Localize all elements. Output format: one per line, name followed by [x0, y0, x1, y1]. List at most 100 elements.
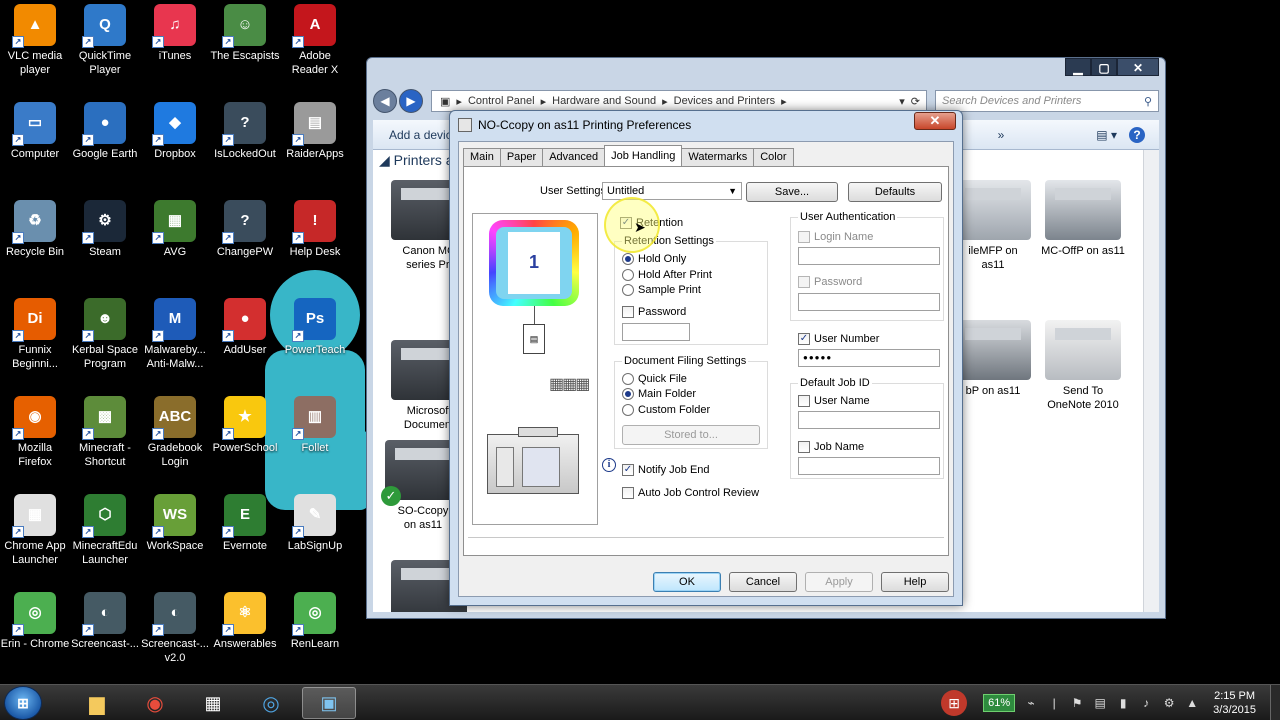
user-number-input[interactable]: ●●●●●	[798, 349, 940, 367]
notify-job-end-checkbox[interactable]: ✓	[622, 464, 634, 476]
desktop-icon[interactable]: ABC ↗ Gradebook Login	[140, 396, 210, 469]
cancel-button[interactable]: Cancel	[729, 572, 797, 592]
breadcrumb-devices-and-printers[interactable]: Devices and Printers	[674, 95, 776, 107]
tab-main[interactable]: Main	[463, 148, 501, 166]
retention-password-checkbox[interactable]	[622, 306, 634, 318]
desktop-icon[interactable]: ⚛ ↗ Answerables	[210, 592, 280, 651]
dialog-close-icon[interactable]: ✕	[914, 112, 956, 130]
desktop-icon[interactable]: M ↗ Malwareby... Anti-Malw...	[140, 298, 210, 371]
desktop-icon[interactable]: ▥ ↗ Follet	[280, 396, 350, 455]
desktop-icon[interactable]: ✎ ↗ LabSignUp	[280, 494, 350, 553]
hold-only-radio[interactable]	[622, 253, 634, 265]
network-icon[interactable]: ▤	[1092, 695, 1108, 711]
taskbar-control-panel[interactable]: ▣	[302, 687, 356, 719]
device-mc-offp[interactable]: MC-OffP on as11	[1033, 180, 1133, 258]
tab-color[interactable]: Color	[753, 148, 794, 166]
desktop-icon[interactable]: ◎ ↗ RenLearn	[280, 592, 350, 651]
desktop-icon[interactable]: ▦ ↗ AVG	[140, 200, 210, 259]
signal-icon[interactable]: ▮	[1115, 695, 1131, 711]
taskbar-screencast[interactable]: ◎	[244, 687, 298, 719]
desktop-icon[interactable]: Q ↗ QuickTime Player	[70, 4, 140, 77]
desktop-icon[interactable]: ◎ ↗ Erin - Chrome	[0, 592, 70, 651]
address-dropdown-icon[interactable]: ▾	[899, 95, 905, 108]
desktop-icon[interactable]: ▲ ↗ VLC media player	[0, 4, 70, 77]
job-name-input[interactable]	[798, 457, 940, 475]
add-device-button[interactable]: Add a device	[389, 128, 458, 142]
desktop-icon[interactable]: ♫ ↗ iTunes	[140, 4, 210, 63]
desktop-icon[interactable]: Di ↗ Funnix Beginni...	[0, 298, 70, 371]
back-button[interactable]: ◀	[373, 89, 397, 113]
explorer-titlebar[interactable]: ▁ ▢ ✕	[367, 58, 1165, 86]
refresh-icon[interactable]: ⟳	[911, 95, 920, 108]
volume-icon[interactable]: ♪	[1138, 695, 1154, 711]
desktop-icon[interactable]: ? ↗ ChangePW	[210, 200, 280, 259]
stored-to-button[interactable]: Stored to...	[622, 425, 760, 445]
tray-app-icon[interactable]: ⊞	[941, 690, 968, 716]
desktop-icon[interactable]: ★ ↗ PowerSchool	[210, 396, 280, 455]
job-name-checkbox[interactable]	[798, 441, 810, 453]
maximize-icon[interactable]: ▢	[1091, 58, 1117, 76]
breadcrumb-control-panel[interactable]: Control Panel	[468, 95, 535, 107]
desktop-icon[interactable]: ● ↗ AddUser	[210, 298, 280, 357]
retention-checkbox[interactable]: ✓	[620, 217, 632, 229]
user-name-checkbox[interactable]	[798, 395, 810, 407]
device-send-to-onenote[interactable]: Send To OneNote 2010	[1033, 320, 1133, 412]
custom-folder-radio[interactable]	[622, 404, 634, 416]
tab-watermarks[interactable]: Watermarks	[681, 148, 755, 166]
dialog-titlebar[interactable]: NO-Ccopy on as11 Printing Preferences	[458, 115, 691, 135]
help-icon[interactable]: ?	[1129, 126, 1145, 143]
show-desktop-button[interactable]	[1270, 685, 1280, 720]
desktop-icon[interactable]: ⬡ ↗ MinecraftEdu Launcher	[70, 494, 140, 567]
user-settings-select[interactable]: Untitled ▼	[602, 182, 742, 200]
desktop-icon[interactable]: ▤ ↗ RaiderApps	[280, 102, 350, 161]
save-button[interactable]: Save...	[746, 182, 838, 202]
ok-button[interactable]: OK	[653, 572, 721, 592]
forward-button[interactable]: ▶	[399, 89, 423, 113]
desktop-icon[interactable]: ☺ ↗ The Escapists	[210, 4, 280, 63]
login-name-input[interactable]	[798, 247, 940, 265]
quick-file-radio[interactable]	[622, 373, 634, 385]
drive-icon[interactable]: ▲	[1184, 695, 1200, 711]
battery-plug-icon[interactable]: ⌁	[1023, 695, 1039, 711]
auto-job-control-checkbox[interactable]	[622, 487, 634, 499]
main-folder-radio[interactable]	[622, 388, 634, 400]
desktop-icon[interactable]: WS ↗ WorkSpace	[140, 494, 210, 553]
tab-job-handling[interactable]: Job Handling	[604, 145, 683, 166]
sample-print-radio[interactable]	[622, 284, 634, 296]
desktop-icon[interactable]: ? ↗ IsLockedOut	[210, 102, 280, 161]
desktop-icon[interactable]: ▭ ↗ Computer	[0, 102, 70, 161]
address-bar[interactable]: ▣ ▸ Control Panel ▸ Hardware and Sound ▸…	[431, 90, 927, 112]
view-options-icon[interactable]: ▤ ▾	[1096, 128, 1117, 142]
desktop-icon[interactable]: ◆ ↗ Dropbox	[140, 102, 210, 161]
help-button[interactable]: Help	[881, 572, 949, 592]
desktop-icon[interactable]: ● ↗ Google Earth	[70, 102, 140, 161]
minimize-icon[interactable]: ▁	[1065, 58, 1091, 76]
battery-indicator[interactable]: 61%	[983, 694, 1016, 712]
desktop-icon[interactable]: A ↗ Adobe Reader X	[280, 4, 350, 77]
start-button[interactable]: ⊞	[4, 686, 42, 720]
tab-advanced[interactable]: Advanced	[542, 148, 606, 166]
search-input[interactable]: Search Devices and Printers ⚲	[935, 90, 1159, 112]
apply-button[interactable]: Apply	[805, 572, 873, 592]
desktop-icon[interactable]: ⚙ ↗ Steam	[70, 200, 140, 259]
user-number-checkbox[interactable]: ✓	[798, 333, 810, 345]
more-commands-icon[interactable]: »	[998, 128, 1005, 142]
close-icon[interactable]: ✕	[1117, 58, 1159, 76]
retention-password-input[interactable]	[622, 323, 690, 341]
printers-group-header[interactable]: ◢ Printers a	[379, 152, 454, 169]
hold-after-print-radio[interactable]	[622, 269, 634, 281]
usb-icon[interactable]: ⚙	[1161, 695, 1177, 711]
user-name-input[interactable]	[798, 411, 940, 429]
desktop-icon[interactable]: ▦ ↗ Chrome App Launcher	[0, 494, 70, 567]
desktop-icon[interactable]: ♻ ↗ Recycle Bin	[0, 200, 70, 259]
content-scrollbar[interactable]	[1143, 150, 1159, 612]
flag-icon[interactable]: ⚑	[1069, 695, 1085, 711]
desktop-icon[interactable]: ! ↗ Help Desk	[280, 200, 350, 259]
desktop-icon[interactable]: ◉ ↗ Mozilla Firefox	[0, 396, 70, 469]
desktop-icon[interactable]: E ↗ Evernote	[210, 494, 280, 553]
desktop-icon[interactable]: ◐ ↗ Screencast-... v2.0	[140, 592, 210, 665]
taskbar-app-launcher[interactable]: ▦	[186, 687, 240, 719]
login-name-checkbox[interactable]	[798, 231, 810, 243]
auth-password-checkbox[interactable]	[798, 276, 810, 288]
defaults-button[interactable]: Defaults	[848, 182, 942, 202]
